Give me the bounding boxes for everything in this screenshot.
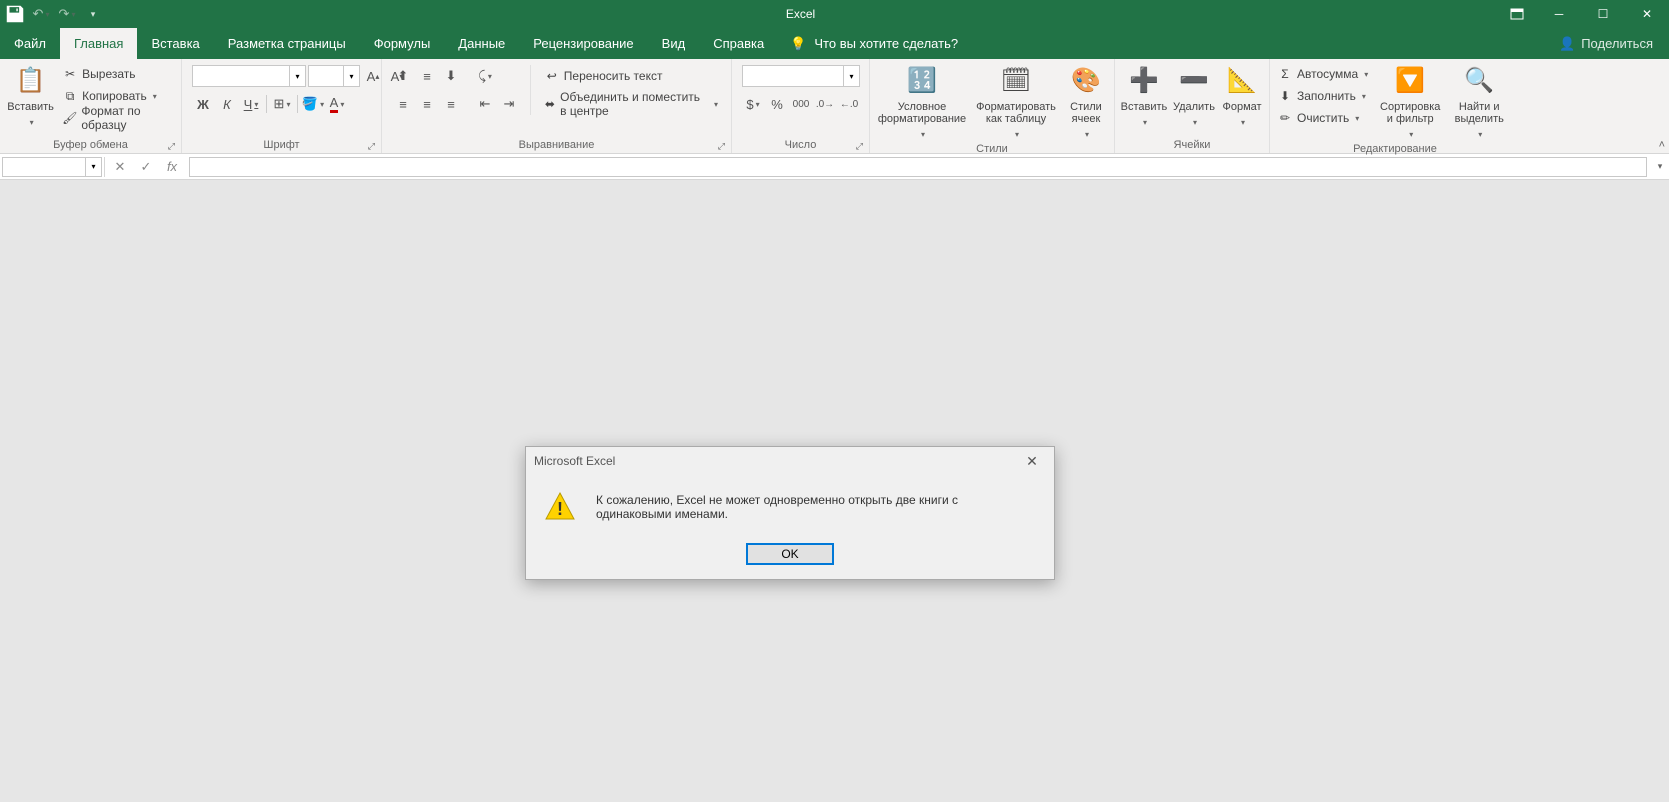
dialog-title: Microsoft Excel — [534, 454, 615, 468]
warning-icon: ! — [544, 491, 576, 523]
dialog-ok-button[interactable]: OK — [746, 543, 834, 565]
svg-text:!: ! — [557, 499, 563, 519]
error-dialog: Microsoft Excel ✕ ! К сожалению, Excel н… — [525, 446, 1055, 580]
dialog-message: К сожалению, Excel не может одновременно… — [596, 493, 1036, 521]
dialog-close-icon[interactable]: ✕ — [1018, 453, 1046, 470]
